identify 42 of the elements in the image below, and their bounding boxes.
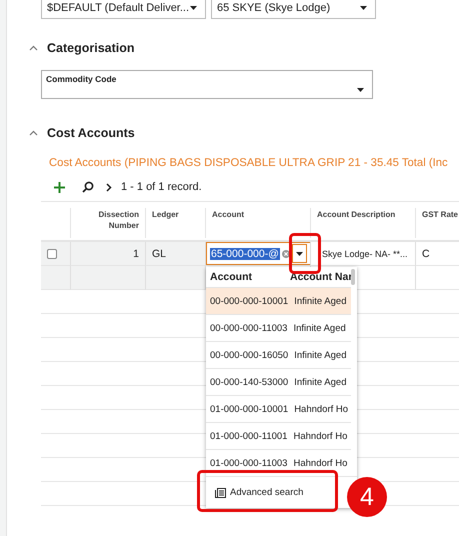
dropdown-button[interactable] (292, 244, 307, 263)
chevron-icon[interactable] (29, 130, 38, 136)
account-option[interactable]: 01-000-000-11001 Hahndorf Ho (206, 422, 351, 449)
clear-icon[interactable] (282, 248, 290, 258)
chevron-icon[interactable] (29, 45, 38, 51)
grid-title: Cost Accounts (PIPING BAGS DISPOSABLE ULTRA GRIP 21 - 35.45 Total (Inc (49, 157, 449, 169)
list-icon (215, 488, 226, 498)
scrollbar[interactable] (351, 269, 355, 285)
dropdown-field[interactable]: Commodity Code (41, 70, 373, 99)
caret-icon (296, 252, 303, 256)
step-badge: 4 (347, 477, 387, 517)
table-cell: 1 (70, 242, 145, 266)
table-cell: C (415, 242, 459, 266)
column-header: Ledger (145, 208, 205, 238)
highlight-frame (289, 233, 321, 274)
column-header: Dissection Number (70, 208, 145, 238)
dropdown-field[interactable]: 65 SKYE (Skye Lodge) (211, 0, 376, 19)
caret-icon (357, 88, 364, 92)
account-option[interactable]: 01-000-000-11003 Hahndorf Ho (206, 449, 351, 476)
record-count: 1 - 1 of 1 record. (121, 181, 202, 193)
dropdown-field[interactable]: $DEFAULT (Default Deliver... (41, 0, 206, 19)
section-title: Cost Accounts (47, 126, 135, 140)
table-cell: Skye Lodge- NA- **... (310, 242, 415, 266)
column-header: Account Nar (290, 271, 352, 283)
account-option[interactable]: 00-000-000-11003 Infinite Aged (206, 314, 351, 341)
column-header: Account (205, 208, 310, 238)
add-icon[interactable] (54, 182, 65, 192)
account-option[interactable]: 00-000-140-53000 Infinite Aged (206, 368, 351, 395)
table-cell: GL (145, 242, 205, 266)
account-option[interactable]: 00-000-000-10001 Infinite Aged (206, 287, 351, 314)
checkbox[interactable] (47, 248, 57, 258)
caret-icon (360, 6, 367, 10)
section-title: Categorisation (47, 41, 135, 55)
column-header: GST Rate (415, 208, 459, 238)
search-icon[interactable] (82, 181, 94, 193)
column-header: Account (210, 271, 253, 283)
account-option[interactable]: 00-000-000-16050 Infinite Aged (206, 341, 351, 368)
account-input[interactable]: 65-000-000-@ (206, 242, 311, 265)
next-icon[interactable] (106, 182, 112, 192)
caret-icon (190, 6, 197, 10)
column-header: Account Description (310, 208, 415, 238)
account-option[interactable]: 01-000-000-10001 Hahndorf Ho (206, 395, 351, 422)
